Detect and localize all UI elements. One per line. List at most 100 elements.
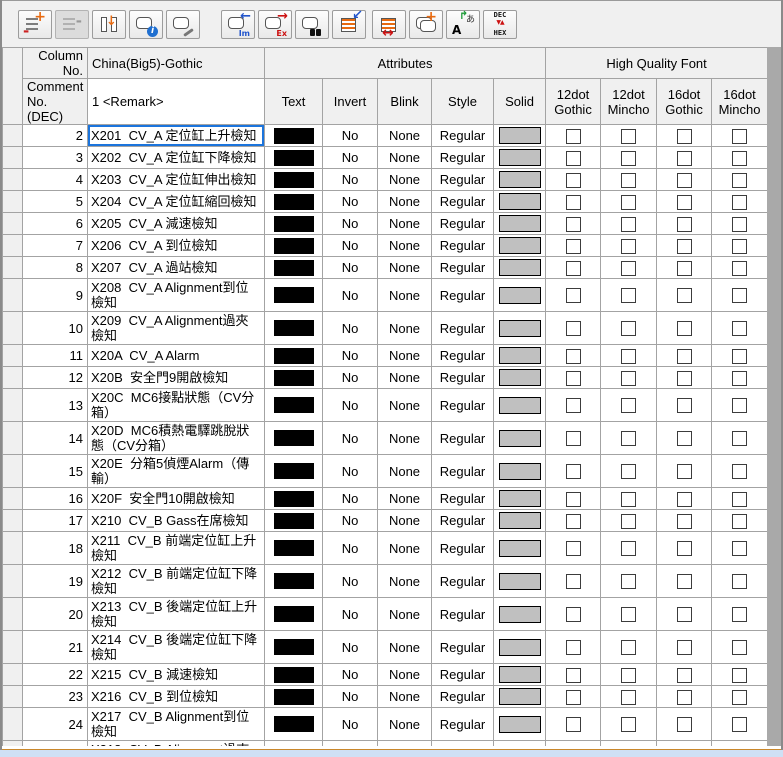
row-gutter[interactable] (3, 389, 23, 422)
comment-number-cell[interactable]: 14 (23, 422, 88, 455)
16dot-mincho-checkbox[interactable] (732, 690, 747, 705)
solid-color-cell[interactable] (494, 125, 546, 147)
row-gutter[interactable] (3, 169, 23, 191)
comment-number-cell[interactable]: 4 (23, 169, 88, 191)
row-gutter[interactable] (3, 279, 23, 312)
text-color-cell[interactable] (265, 191, 323, 213)
16dot-gothic-checkbox[interactable] (677, 640, 692, 655)
blink-cell[interactable]: None (378, 235, 432, 257)
16dot-mincho-checkbox[interactable] (732, 349, 747, 364)
style-cell[interactable]: Regular (432, 598, 494, 631)
text-color-cell[interactable] (265, 345, 323, 367)
16dot-gothic-checkbox[interactable] (677, 288, 692, 303)
12dot-gothic-checkbox[interactable] (566, 607, 581, 622)
16dot-mincho-checkbox[interactable] (732, 541, 747, 556)
comment-number-cell[interactable]: 23 (23, 686, 88, 708)
text-color-cell[interactable] (265, 686, 323, 708)
solid-color-cell[interactable] (494, 389, 546, 422)
style-cell[interactable]: Regular (432, 708, 494, 741)
blink-cell[interactable]: None (378, 345, 432, 367)
row-gutter[interactable] (3, 235, 23, 257)
comment-text-cell[interactable]: X212 CV_B 前端定位缸下降檢知 (88, 565, 265, 598)
12dot-gothic-checkbox[interactable] (566, 217, 581, 232)
16dot-gothic-checkbox[interactable] (677, 371, 692, 386)
style-cell[interactable]: Regular (432, 147, 494, 169)
blink-cell[interactable]: None (378, 686, 432, 708)
12dot-gothic-checkbox[interactable] (566, 541, 581, 556)
comment-number-cell[interactable]: 10 (23, 312, 88, 345)
12dot-gothic-checkbox[interactable] (566, 690, 581, 705)
solid-color-cell[interactable] (494, 279, 546, 312)
16dot-gothic-checkbox[interactable] (677, 239, 692, 254)
style-cell[interactable]: Regular (432, 169, 494, 191)
text-color-cell[interactable] (265, 279, 323, 312)
text-color-cell[interactable] (265, 389, 323, 422)
12dot-mincho-checkbox[interactable] (621, 129, 636, 144)
invert-cell[interactable]: No (323, 279, 378, 312)
comment-text-cell[interactable]: X208 CV_A Alignment到位檢知 (88, 279, 265, 312)
blink-cell[interactable]: None (378, 455, 432, 488)
row-gutter[interactable] (3, 708, 23, 741)
comment-text-cell[interactable]: X202 CV_A 定位缸下降檢知 (88, 147, 265, 169)
16dot-gothic-checkbox[interactable] (677, 431, 692, 446)
blink-cell[interactable]: None (378, 631, 432, 664)
16dot-mincho-checkbox[interactable] (732, 173, 747, 188)
12dot-gothic-checkbox[interactable] (566, 464, 581, 479)
12dot-mincho-checkbox[interactable] (621, 690, 636, 705)
12dot-mincho-checkbox[interactable] (621, 349, 636, 364)
style-cell[interactable]: Regular (432, 532, 494, 565)
text-color-cell[interactable] (265, 257, 323, 279)
comment-number-cell[interactable]: 9 (23, 279, 88, 312)
comment-text-cell[interactable]: X201 CV_A 定位缸上升檢知 (88, 125, 265, 147)
comment-number-cell[interactable]: 3 (23, 147, 88, 169)
dec-hex-toggle-button[interactable]: DEC▼▲HEX (483, 10, 517, 39)
comment-text-cell[interactable]: X205 CV_A 減速檢知 (88, 213, 265, 235)
16dot-gothic-checkbox[interactable] (677, 464, 692, 479)
16dot-gothic-checkbox[interactable] (677, 541, 692, 556)
insert-column-button[interactable]: ↓ (92, 10, 126, 39)
kana-convert-button[interactable]: A↱あ (446, 10, 480, 39)
comment-text-cell[interactable]: X20F 安全門10開啟檢知 (88, 488, 265, 510)
comment-number-cell[interactable]: 19 (23, 565, 88, 598)
style-cell[interactable]: Regular (432, 191, 494, 213)
row-gutter[interactable] (3, 147, 23, 169)
row-gutter[interactable] (3, 565, 23, 598)
12dot-mincho-checkbox[interactable] (621, 195, 636, 210)
12dot-gothic-checkbox[interactable] (566, 574, 581, 589)
invert-cell[interactable]: No (323, 191, 378, 213)
text-color-cell[interactable] (265, 532, 323, 565)
16dot-gothic-checkbox[interactable] (677, 398, 692, 413)
16dot-mincho-checkbox[interactable] (732, 514, 747, 529)
16dot-mincho-checkbox[interactable] (732, 492, 747, 507)
invert-cell[interactable]: No (323, 631, 378, 664)
row-gutter[interactable] (3, 686, 23, 708)
invert-cell[interactable]: No (323, 488, 378, 510)
blink-cell[interactable]: None (378, 125, 432, 147)
text-color-cell[interactable] (265, 312, 323, 345)
invert-cell[interactable]: No (323, 312, 378, 345)
16dot-mincho-checkbox[interactable] (732, 371, 747, 386)
style-cell[interactable]: Regular (432, 312, 494, 345)
12dot-mincho-checkbox[interactable] (621, 151, 636, 166)
text-color-cell[interactable] (265, 631, 323, 664)
text-color-cell[interactable] (265, 213, 323, 235)
row-gutter[interactable] (3, 367, 23, 389)
text-color-cell[interactable] (265, 598, 323, 631)
style-cell[interactable]: Regular (432, 257, 494, 279)
invert-cell[interactable]: No (323, 147, 378, 169)
row-gutter[interactable] (3, 631, 23, 664)
invert-cell[interactable]: No (323, 125, 378, 147)
row-gutter[interactable] (3, 257, 23, 279)
style-cell[interactable]: Regular (432, 510, 494, 532)
12dot-gothic-checkbox[interactable] (566, 371, 581, 386)
16dot-mincho-checkbox[interactable] (732, 431, 747, 446)
16dot-mincho-checkbox[interactable] (732, 239, 747, 254)
row-gutter[interactable] (3, 345, 23, 367)
solid-color-cell[interactable] (494, 422, 546, 455)
solid-color-cell[interactable] (494, 312, 546, 345)
comment-number-cell[interactable]: 20 (23, 598, 88, 631)
text-color-cell[interactable] (265, 488, 323, 510)
12dot-gothic-checkbox[interactable] (566, 151, 581, 166)
text-color-cell[interactable] (265, 367, 323, 389)
blink-cell[interactable]: None (378, 422, 432, 455)
